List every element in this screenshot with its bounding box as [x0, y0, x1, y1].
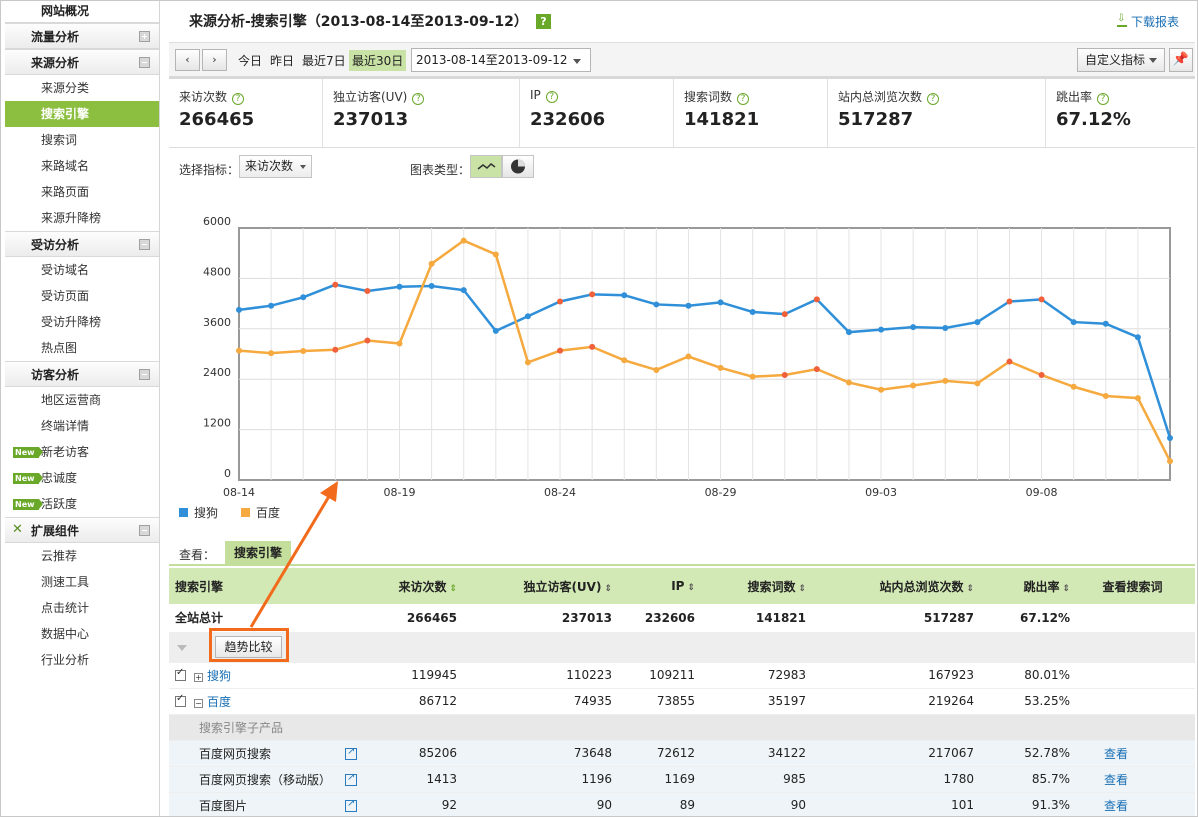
annotation-arrow — [249, 481, 338, 628]
app-window: 网站概况 流量分析 来源分析 来源分类 搜索引擎 搜索词 来路域名 来路页面 来源升降榜 受访分… — [0, 0, 1198, 817]
